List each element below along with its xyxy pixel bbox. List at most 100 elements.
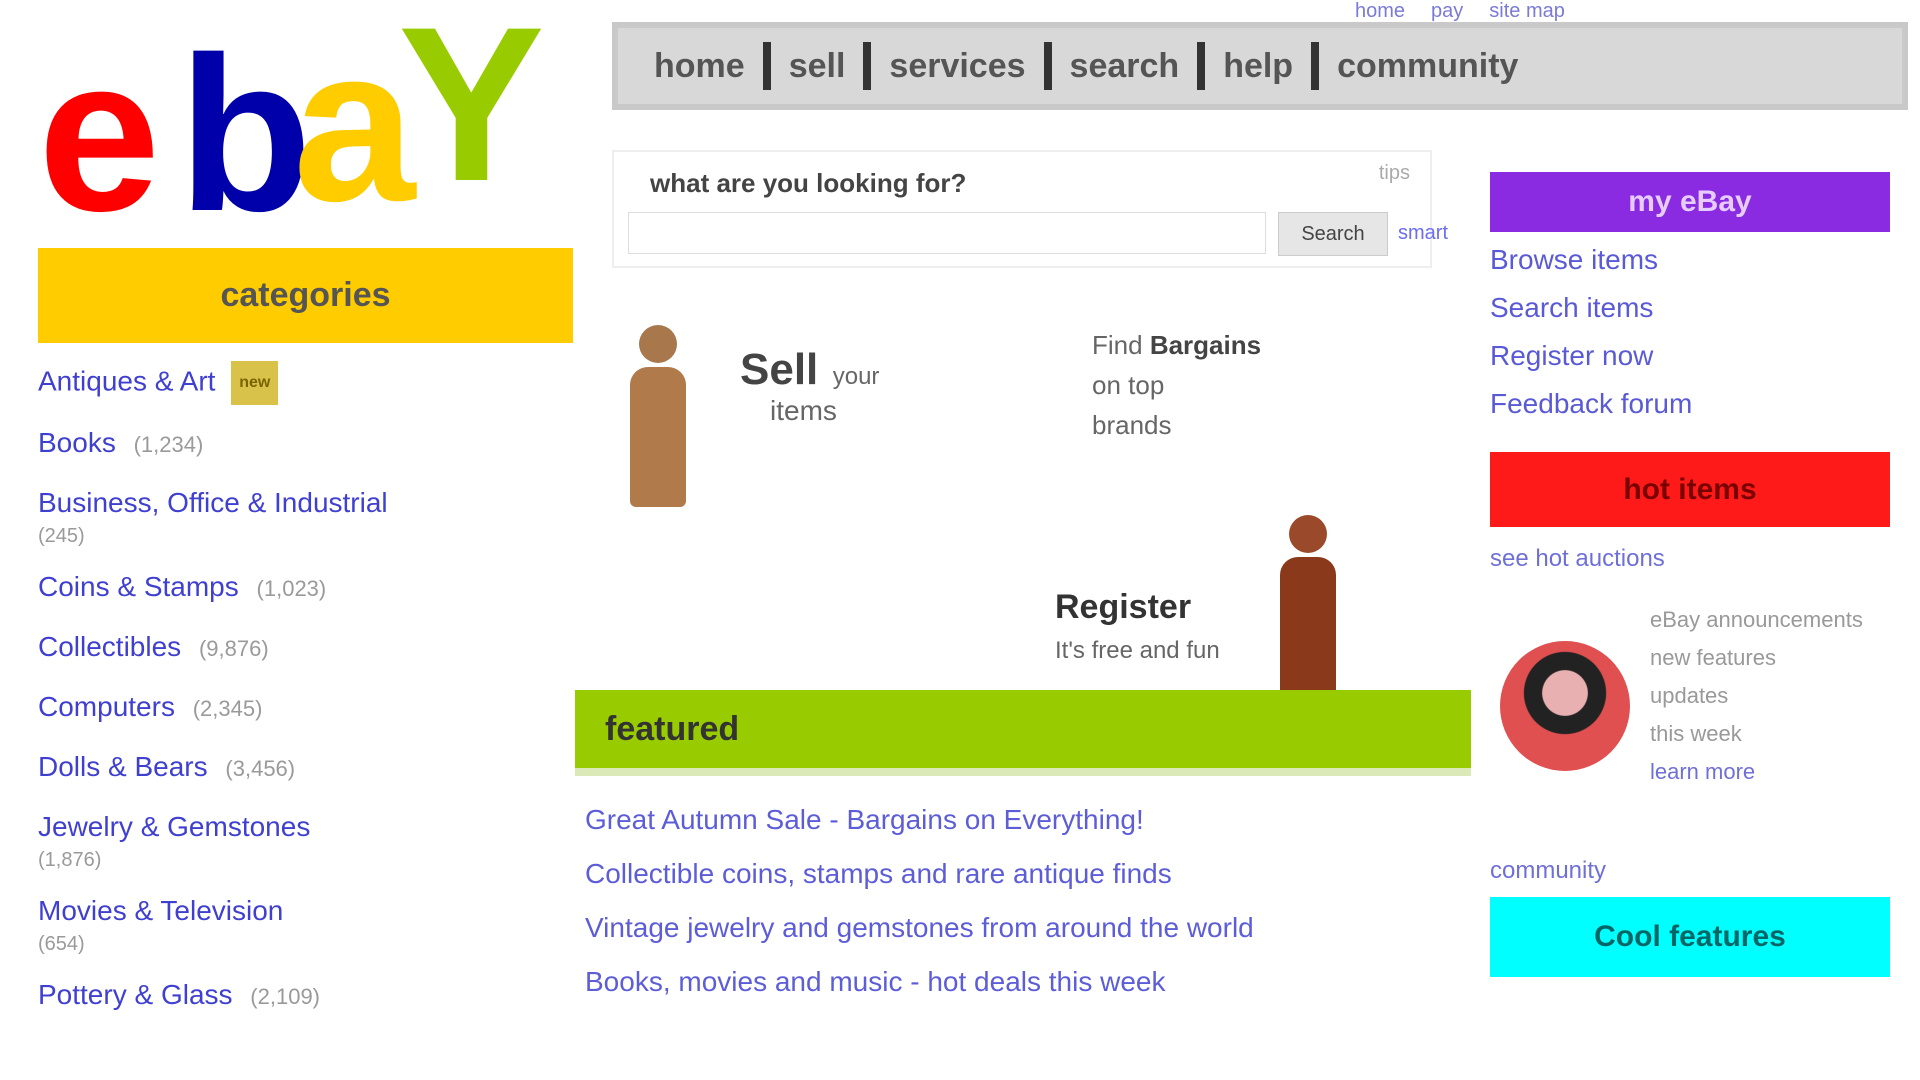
announcement-line: updates [1650, 683, 1729, 708]
nav-community[interactable]: community [1319, 47, 1536, 86]
search-label: what are you looking for? [650, 168, 967, 198]
category-item: Pottery & Glass (2,109) [38, 975, 573, 1017]
bargains-promo[interactable]: Find Bargains on top brands [1092, 325, 1432, 445]
nav-sell[interactable]: sell [771, 47, 864, 86]
search-button[interactable]: Search [1278, 212, 1388, 256]
category-item: Collectibles (9,876) [38, 627, 573, 669]
register-promo[interactable]: Register It's free and fun [1055, 588, 1220, 665]
person-figure-icon [1280, 515, 1336, 697]
smart-search-link[interactable]: smart [1398, 222, 1448, 245]
hot-items-header: hot items [1490, 452, 1890, 527]
category-count: (2,345) [192, 696, 263, 721]
utility-link-home[interactable]: home [1355, 0, 1405, 23]
category-item: Books (1,234) [38, 423, 573, 465]
figure-head [1289, 515, 1327, 553]
announcement-line: new features [1650, 645, 1776, 670]
featured-link[interactable]: Great Autumn Sale - Bargains on Everythi… [585, 800, 1461, 840]
category-item: Coins & Stamps (1,023) [38, 567, 573, 609]
figure-head [639, 325, 677, 363]
featured-link[interactable]: Books, movies and music - hot deals this… [585, 962, 1461, 1002]
new-badge: new [231, 361, 279, 405]
person-figure-icon [630, 325, 686, 507]
register-sub: It's free and fun [1055, 637, 1220, 664]
svg-text:Y: Y [398, 10, 542, 227]
categories-header: categories [38, 248, 573, 343]
category-count: (3,456) [225, 756, 296, 781]
category-item: Jewelry & Gemstones (1,876) [38, 807, 573, 873]
featured-list: Great Autumn Sale - Bargains on Everythi… [575, 776, 1471, 1012]
category-count: (9,876) [198, 636, 269, 661]
announcement-line: this week [1650, 721, 1742, 746]
featured-section: featured Great Autumn Sale - Bargains on… [575, 690, 1471, 1012]
nav-home[interactable]: home [636, 47, 763, 86]
bargains-bold: Bargains [1149, 330, 1262, 360]
register-title: Register [1055, 588, 1192, 626]
nav-help[interactable]: help [1205, 47, 1311, 86]
right-column: my eBay Browse items Search items Regist… [1490, 172, 1890, 977]
category-list: Antiques & Art new Books (1,234) Busines… [38, 361, 573, 1017]
category-link[interactable]: Collectibles [38, 631, 181, 662]
nav-separator [863, 42, 872, 90]
left-categories: categories Antiques & Art new Books (1,2… [38, 248, 573, 1017]
nav-search[interactable]: search [1052, 47, 1198, 86]
nav-services[interactable]: services [871, 47, 1043, 86]
avatar-icon [1500, 641, 1630, 771]
announcement-line: eBay announcements [1650, 607, 1863, 632]
svg-text:b: b [178, 11, 304, 240]
category-link[interactable]: Antiques & Art [38, 365, 215, 396]
main-navigation: home sell services search help community [612, 22, 1908, 110]
search-panel: what are you looking for? tips Search sm… [612, 150, 1448, 268]
category-count: (2,109) [250, 984, 321, 1009]
category-item: Movies & Television (654) [38, 891, 573, 957]
featured-link[interactable]: Collectible coins, stamps and rare antiq… [585, 854, 1461, 894]
announcement-lines: eBay announcements new features updates … [1650, 601, 1890, 791]
nav-separator [762, 42, 771, 90]
ebay-homepage: e b a Y home pay site map home sell serv… [0, 0, 1920, 1080]
right-link[interactable]: Feedback forum [1490, 384, 1890, 424]
utility-links: home pay site map [1355, 0, 1565, 23]
utility-link-site-map[interactable]: site map [1489, 0, 1565, 23]
community-link[interactable]: community [1490, 857, 1890, 885]
featured-header: featured [575, 690, 1471, 776]
category-link[interactable]: Books [38, 427, 116, 458]
ebay-logo[interactable]: e b a Y [38, 10, 558, 240]
hot-items-link[interactable]: see hot auctions [1490, 545, 1890, 573]
bargains-line: brands [1092, 410, 1172, 440]
category-item: Computers (2,345) [38, 687, 573, 729]
svg-text:e: e [38, 11, 153, 240]
my-ebay-header: my eBay [1490, 172, 1890, 232]
right-link[interactable]: Register now [1490, 336, 1890, 376]
category-link[interactable]: Movies & Television [38, 895, 283, 926]
category-count: (1,023) [256, 576, 327, 601]
figure-body [630, 367, 686, 507]
figure-body [1280, 557, 1336, 697]
category-link[interactable]: Coins & Stamps [38, 571, 239, 602]
category-link[interactable]: Pottery & Glass [38, 979, 233, 1010]
sell-promo-aside: your [832, 363, 880, 390]
sell-promo-sub: items [770, 395, 837, 426]
search-tips-link[interactable]: tips [1379, 162, 1410, 185]
nav-separator [1043, 42, 1052, 90]
announcement-link[interactable]: learn more [1650, 759, 1755, 784]
featured-link[interactable]: Vintage jewelry and gemstones from aroun… [585, 908, 1461, 948]
sell-promo[interactable]: Sell your items [740, 345, 879, 427]
category-link[interactable]: Computers [38, 691, 175, 722]
category-link[interactable]: Dolls & Bears [38, 751, 208, 782]
category-link[interactable]: Jewelry & Gemstones [38, 811, 310, 842]
right-link[interactable]: Browse items [1490, 240, 1890, 280]
category-count: (654) [38, 933, 85, 955]
search-input[interactable] [628, 212, 1266, 254]
category-link[interactable]: Business, Office & Industrial [38, 487, 388, 518]
category-item: Dolls & Bears (3,456) [38, 747, 573, 789]
cool-features-header: Cool features [1490, 897, 1890, 977]
category-count: (1,876) [38, 849, 102, 871]
category-count: (1,234) [133, 432, 204, 457]
nav-separator [1197, 42, 1206, 90]
right-link[interactable]: Search items [1490, 288, 1890, 328]
sell-promo-title: Sell [740, 345, 819, 394]
announcements-block: eBay announcements new features updates … [1490, 601, 1890, 851]
bargains-line: on top [1092, 370, 1165, 400]
utility-link-pay[interactable]: pay [1431, 0, 1463, 23]
my-ebay-links: Browse items Search items Register now F… [1490, 240, 1890, 424]
category-item: Business, Office & Industrial (245) [38, 483, 573, 549]
